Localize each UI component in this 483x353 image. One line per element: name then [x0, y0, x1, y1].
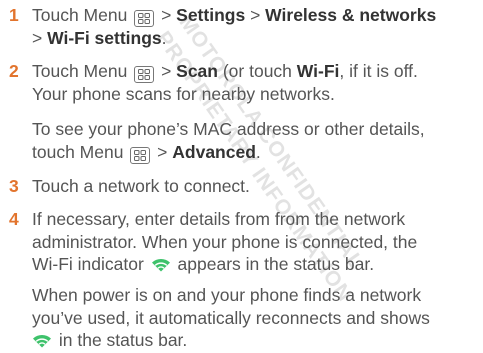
- text-fragment: in the status bar.: [54, 330, 188, 350]
- step-4-line-2: administrator. When your phone is connec…: [32, 231, 418, 252]
- text-fragment: >: [156, 61, 177, 81]
- text-fragment: .: [255, 141, 261, 162]
- step-4-line-1: If necessary, enter details from from th…: [32, 209, 406, 229]
- text-fragment: appears in the status bar.: [172, 254, 375, 274]
- step-1-line-1: Touch Menu > Settings > Wireless & netwo…: [32, 4, 479, 27]
- step-text: Touch Menu > Settings > Wireless & netwo…: [32, 4, 479, 50]
- step-text: Touch a network to connect.: [32, 175, 479, 198]
- menu-key-icon: [134, 66, 155, 83]
- text-fragment: >: [32, 28, 48, 48]
- step-2-note: To see your phone’s MAC address or other…: [32, 118, 482, 164]
- text-fragment: , if it is off.: [339, 61, 418, 81]
- step-2-note-line-2: touch Menu > Advanced.: [32, 141, 482, 164]
- text-fragment: >: [156, 5, 177, 25]
- step-text: If necessary, enter details from from th…: [32, 208, 479, 278]
- text-fragment: Touch Menu: [32, 5, 133, 25]
- step-text: Touch Menu > Scan (or touch Wi-Fi, if it…: [32, 60, 479, 106]
- step-4: 4 If necessary, enter details from from …: [9, 208, 479, 278]
- text-fragment: Wi-Fi indicator: [32, 254, 149, 274]
- step-4-note-line-2: you’ve used, it automatically reconnects…: [32, 307, 430, 328]
- wifi-settings-label: Wi-Fi settings: [47, 28, 162, 48]
- step-3-line-1: Touch a network to connect.: [32, 176, 250, 196]
- text-fragment: .: [161, 28, 167, 48]
- step-3: 3 Touch a network to connect.: [9, 175, 479, 198]
- step-2-note-line-1: To see your phone’s MAC address or other…: [32, 119, 425, 139]
- manual-page: MOTOROLA CONFIDENTIAL PROPRIETARY INFORM…: [0, 0, 483, 353]
- step-number: 1: [9, 5, 19, 25]
- step-1: 1 Touch Menu > Settings > Wireless & net…: [9, 4, 479, 50]
- step-2: 2 Touch Menu > Scan (or touch Wi-Fi, if …: [9, 60, 479, 106]
- step-2-line-2: Your phone scans for nearby networks.: [32, 84, 335, 104]
- wireless-networks-label: Wireless & networks: [265, 5, 437, 25]
- advanced-label: Advanced: [172, 141, 256, 162]
- step-2-line-1: Touch Menu > Scan (or touch Wi-Fi, if it…: [32, 60, 479, 83]
- scan-label: Scan: [176, 61, 218, 81]
- menu-key-icon: [134, 10, 155, 27]
- text-fragment: >: [245, 5, 266, 25]
- text-fragment: touch Menu: [32, 141, 129, 162]
- step-4-note-line-3: in the status bar.: [32, 329, 482, 353]
- step-1-line-2: > Wi-Fi settings.: [32, 27, 479, 50]
- text-fragment: >: [152, 141, 173, 162]
- menu-key-icon: [130, 146, 151, 164]
- settings-label: Settings: [176, 5, 246, 25]
- text-fragment: Touch Menu: [32, 61, 133, 81]
- step-number: 2: [9, 61, 19, 81]
- step-4-note-line-1: When power is on and your phone finds a …: [32, 285, 422, 305]
- wifi-indicator-icon: [32, 331, 52, 353]
- step-4-note: When power is on and your phone finds a …: [32, 284, 482, 353]
- step-4-line-3: Wi-Fi indicator appears in the status ba…: [32, 253, 479, 278]
- wifi-indicator-icon: [151, 255, 171, 278]
- step-number: 3: [9, 176, 19, 196]
- step-number: 4: [9, 209, 19, 229]
- wifi-label: Wi-Fi: [296, 61, 340, 81]
- text-fragment: (or touch: [217, 61, 297, 81]
